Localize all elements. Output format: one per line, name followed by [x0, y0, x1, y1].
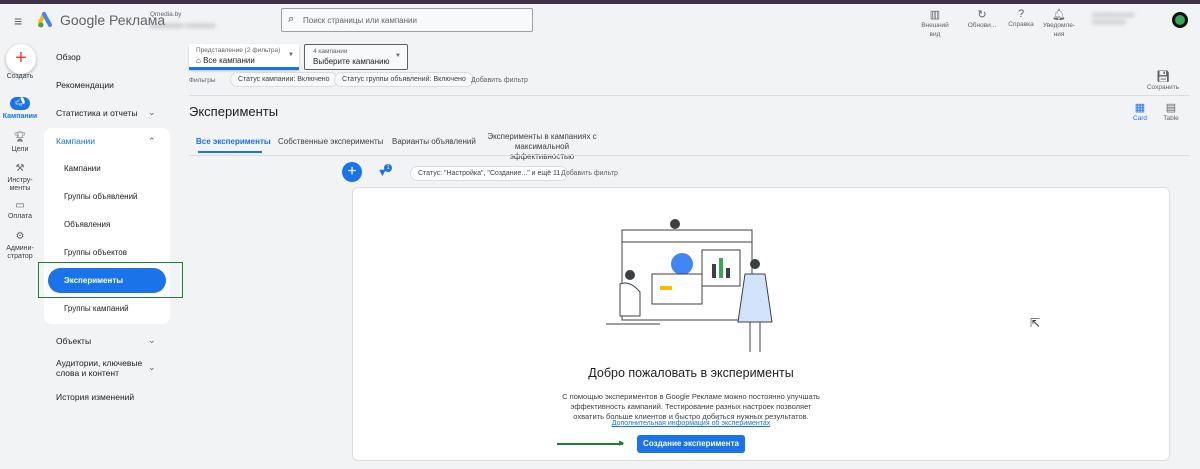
add-filter-link[interactable]: Добавить фильтр: [561, 170, 618, 177]
dropdown-arrow-icon: ▼: [395, 53, 401, 59]
tab-ad-variations[interactable]: Варианты объявлений: [392, 137, 476, 146]
filters-label: Фильтры: [189, 77, 216, 84]
search-icon: ⌕: [288, 13, 295, 25]
appearance-icon: ▥: [929, 9, 941, 21]
dropdown-arrow-icon: ▼: [288, 52, 294, 58]
refresh-icon: ↻: [977, 9, 987, 21]
sidebar-item-objects[interactable]: Объекты: [56, 336, 91, 346]
status-filter-chip[interactable]: Статус: "Настройка", "Создание..." и ещё…: [410, 166, 569, 181]
view-select[interactable]: Представление (2 фильтра) ⌂ Все кампании…: [189, 44, 299, 70]
account-id-blurred: ●●●●●●● ●●●●●●: [150, 21, 216, 30]
add-experiment-button[interactable]: +: [342, 162, 362, 182]
search-input[interactable]: ⌕ Поиск страницы или кампании: [281, 8, 533, 32]
chevron-down-icon: ⌄: [148, 335, 156, 345]
card-icon: ▭: [15, 200, 25, 211]
sidebar-sub-asset-groups[interactable]: Группы объектов: [64, 248, 127, 257]
sidebar-item-audiences[interactable]: Аудитории, ключевые слова и контент: [56, 358, 146, 378]
chevron-up-icon: ⌃: [148, 136, 156, 146]
create-button[interactable]: +: [6, 44, 36, 74]
trophy-icon: 🏆︎: [13, 132, 27, 143]
sidebar-sub-ad-groups[interactable]: Группы объявлений: [64, 192, 138, 201]
user-email-blurred: ●●●●●●●●●● ●●●●●●●●: [1092, 12, 1135, 26]
filter-chip-adgroup-status[interactable]: Статус группы объявлений: Включено: [334, 72, 474, 87]
empty-state-text: С помощью экспериментов в Google Рекламе…: [562, 392, 820, 421]
create-experiment-button[interactable]: Создание эксперимента: [637, 435, 745, 453]
active-tab-indicator: [198, 151, 262, 153]
page-title: Эксперименты: [189, 104, 279, 119]
create-label: Создать: [6, 73, 34, 80]
plus-icon: +: [347, 163, 357, 180]
empty-state-title: Добро пожаловать в эксперименты: [588, 366, 794, 380]
account-name[interactable]: Qmedia.by: [150, 11, 181, 18]
highlight-arrow: [557, 443, 623, 445]
notifications-button[interactable]: 🔔︎ Уведомле-ния: [1042, 8, 1076, 39]
learn-more-link[interactable]: Дополнительная информация об эксперимент…: [561, 420, 821, 427]
menu-icon[interactable]: ≡: [14, 13, 22, 29]
view-value: ⌂ Все кампании: [196, 56, 255, 65]
save-icon: 💾︎: [1156, 71, 1170, 83]
divider: [189, 155, 1189, 156]
help-button[interactable]: ? Справка: [1005, 8, 1037, 29]
filter-count-badge: 1: [384, 164, 392, 172]
refresh-button[interactable]: ↻ Обнови...: [965, 8, 999, 30]
avatar[interactable]: [1172, 12, 1188, 28]
rail-tools[interactable]: Инстру-менты: [1, 177, 39, 193]
sidebar-item-campaigns[interactable]: Кампании: [56, 136, 95, 146]
rail-goals[interactable]: Цели: [0, 146, 40, 153]
campaign-select[interactable]: 4 кампании Выберите кампанию ▼: [304, 44, 408, 70]
add-filter-link[interactable]: Добавить фильтр: [471, 77, 528, 84]
save-button[interactable]: 💾︎ Сохранить: [1140, 70, 1186, 92]
gear-icon: ⚙: [15, 231, 25, 242]
card-view-icon: ▦: [1134, 102, 1146, 114]
filter-chip-campaign-status[interactable]: Статус кампании: Включено: [230, 72, 338, 87]
plus-icon: +: [15, 47, 27, 69]
appearance-button[interactable]: ▥ Внешний вид: [920, 8, 950, 39]
google-ads-logo-icon: [38, 12, 52, 28]
sidebar-item-recommendations[interactable]: Рекомендации: [56, 80, 114, 90]
sidebar-sub-experiments[interactable]: Эксперименты: [48, 268, 166, 293]
arrow-head-icon: ▶: [619, 440, 625, 447]
experiments-illustration: [606, 219, 773, 352]
rail-admin[interactable]: Админи-стратор: [2, 245, 38, 261]
sidebar-item-history[interactable]: История изменений: [56, 392, 134, 402]
chevron-down-icon: ⌄: [148, 362, 156, 372]
tab-all-experiments[interactable]: Все эксперименты: [196, 137, 271, 146]
sidebar-sub-ads[interactable]: Объявления: [64, 220, 110, 229]
search-placeholder: Поиск страницы или кампании: [303, 16, 417, 25]
mouse-cursor-icon: ⇱: [1030, 316, 1041, 330]
sidebar-item-stats[interactable]: Статистика и отчеты: [56, 108, 137, 118]
divider: [189, 95, 1189, 96]
help-icon: ?: [1017, 8, 1025, 20]
table-view-icon: ▤: [1165, 102, 1177, 114]
chevron-down-icon: ⌄: [148, 107, 156, 117]
sidebar-sub-campaign-groups[interactable]: Группы кампаний: [64, 304, 129, 313]
tab-pmax-experiments[interactable]: Эксперименты в кампаниях с максимальной …: [484, 132, 600, 162]
card-view-button[interactable]: ▦ Card: [1128, 101, 1152, 123]
campaigns-rail-icon[interactable]: 📣︎: [10, 97, 30, 110]
sidebar-sub-campaigns[interactable]: Кампании: [64, 164, 101, 173]
tools-icon: ⚒: [15, 163, 25, 174]
sidebar-item-overview[interactable]: Обзор: [56, 52, 81, 62]
table-view-button[interactable]: ▤ Table: [1159, 101, 1183, 123]
tab-custom-experiments[interactable]: Собственные эксперименты: [278, 137, 383, 146]
window-top-border: [0, 0, 1200, 4]
rail-campaigns[interactable]: Кампании: [0, 113, 40, 120]
rail-billing[interactable]: Оплата: [0, 213, 40, 220]
bell-icon: 🔔︎: [1052, 9, 1066, 21]
